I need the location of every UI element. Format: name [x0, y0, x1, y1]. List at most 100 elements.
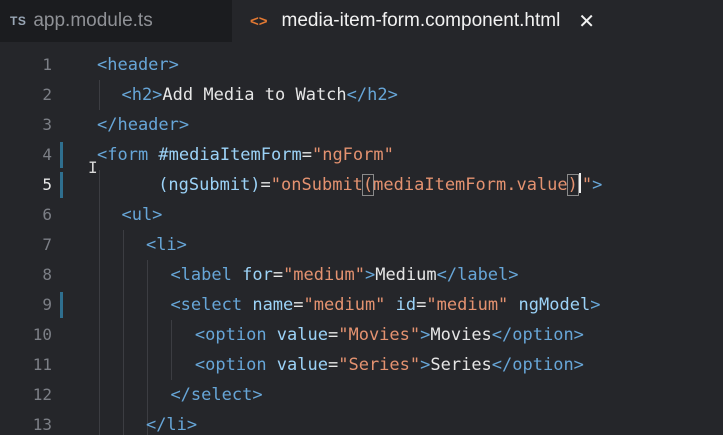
code-text: <header>	[97, 50, 179, 80]
code-token: "Series"	[338, 355, 421, 375]
modified-line-marker	[60, 172, 63, 198]
code-line[interactable]: 7 <li>	[0, 230, 723, 260]
code-token: </option>	[491, 325, 584, 345]
code-token: Add Media to Watch	[162, 85, 347, 105]
line-number: 3	[42, 115, 52, 134]
code-token: "	[581, 175, 593, 195]
tab-app-module[interactable]: TS app.module.ts	[0, 0, 232, 42]
code-token: >	[364, 265, 376, 285]
line-number: 13	[32, 415, 52, 434]
code-token: "ngForm"	[311, 145, 394, 165]
modified-line-marker	[60, 142, 63, 168]
code-token: (ngSubmit)	[158, 175, 261, 195]
code-text: </li>	[146, 410, 197, 435]
code-token: <option	[194, 325, 277, 345]
code-line[interactable]: 1 <header>	[0, 50, 723, 80]
modified-line-marker	[60, 292, 63, 318]
code-line[interactable]: 9 <select name="medium" id="medium" ngMod…	[0, 290, 723, 320]
code-line[interactable]: 12 </select>	[0, 380, 723, 410]
code-token: "onSubmit	[270, 175, 363, 195]
code-editor: TS app.module.ts <> media-item-form.comp…	[0, 0, 723, 435]
code-text: <select name="medium" id="medium" ngMode…	[170, 290, 600, 320]
text-cursor	[578, 173, 581, 193]
code-text: <label for="medium">Medium</label>	[170, 260, 518, 290]
code-token: =	[416, 295, 427, 315]
close-icon[interactable]: ✕	[578, 9, 595, 34]
code-token: </label>	[436, 265, 519, 285]
line-number: 10	[32, 325, 52, 344]
code-token: <select	[170, 295, 253, 315]
matched-bracket: (	[361, 174, 375, 196]
code-token: "Movies"	[338, 325, 421, 345]
code-token: =	[272, 265, 284, 285]
code-token: =	[327, 325, 339, 345]
tab-title: media-item-form.component.html	[281, 10, 561, 31]
code-token: <header>	[97, 55, 179, 75]
code-line[interactable]: 6 <ul>	[0, 200, 723, 230]
code-token: "medium"	[283, 265, 365, 285]
code-token: >	[420, 355, 431, 375]
code-token: >	[420, 325, 431, 345]
line-number: 11	[32, 355, 52, 374]
code-text: </header>	[97, 110, 189, 140]
code-token: </li>	[145, 415, 198, 435]
code-line[interactable]: 10 <option value="Movies">Movies</option>	[0, 320, 723, 350]
code-token: Medium	[375, 265, 437, 285]
line-number: 9	[42, 295, 52, 314]
code-token: =	[293, 295, 304, 315]
code-text: </select>	[170, 380, 262, 410]
code-token: </h2>	[346, 85, 398, 105]
line-number: 4	[42, 145, 52, 164]
line-number: 8	[42, 265, 52, 284]
code-token: id	[395, 295, 417, 315]
code-token: <form	[97, 145, 159, 165]
code-token: >	[592, 175, 603, 195]
line-number: 6	[42, 205, 52, 224]
matched-bracket: )	[566, 174, 579, 196]
code-token: value	[276, 325, 328, 345]
typescript-file-icon: TS	[10, 14, 27, 28]
code-token: ngModel	[518, 295, 591, 315]
code-line[interactable]: 3 </header>	[0, 110, 723, 140]
code-text: <form #mediaItemForm="ngForm"	[97, 140, 394, 170]
code-text: <li>	[146, 230, 187, 260]
code-text: <option value="Movies">Movies</option>	[195, 320, 584, 350]
code-text: <ul>	[121, 200, 162, 230]
html-file-icon: <>	[250, 12, 268, 30]
code-token: <h2>	[121, 85, 163, 105]
code-token: >	[590, 295, 601, 315]
tab-media-item-form[interactable]: <> media-item-form.component.html ✕	[232, 0, 723, 42]
code-area[interactable]: I 1 <header> 2 <h2>Add Media to Watch</h2> 3…	[0, 50, 723, 435]
code-line[interactable]: 2 <h2>Add Media to Watch</h2>	[0, 80, 723, 110]
line-number: 1	[42, 55, 52, 74]
tab-title: app.module.ts	[33, 10, 153, 31]
code-token: =	[260, 175, 271, 195]
line-number: 12	[32, 385, 52, 404]
code-token: for	[242, 265, 273, 285]
line-number: 5	[42, 175, 52, 194]
line-number: 2	[42, 85, 52, 104]
code-line[interactable]: 4 <form #mediaItemForm="ngForm"	[0, 140, 723, 170]
tab-bar: TS app.module.ts <> media-item-form.comp…	[0, 0, 723, 42]
line-number: 7	[42, 235, 52, 254]
code-token: <li>	[145, 235, 187, 255]
code-line[interactable]: 8 <label for="medium">Medium</label>	[0, 260, 723, 290]
code-token: </option>	[491, 355, 584, 375]
code-token: <ul>	[121, 205, 163, 225]
code-line[interactable]: 11 <option value="Series">Series</option>	[0, 350, 723, 380]
code-token: "medium"	[426, 295, 509, 315]
code-token: mediaItemForm.value	[373, 175, 568, 195]
code-token: name	[252, 295, 294, 315]
code-token: value	[276, 355, 328, 375]
code-token: "medium"	[303, 295, 386, 315]
code-token: Movies	[430, 325, 492, 345]
code-token: <label	[170, 265, 243, 285]
code-line[interactable]: 5 (ngSubmit)="onSubmit(mediaItemForm.valu…	[0, 170, 723, 200]
code-line[interactable]: 13 </li>	[0, 410, 723, 435]
code-text: <option value="Series">Series</option>	[195, 350, 584, 380]
code-text: (ngSubmit)="onSubmit(mediaItemForm.value…	[158, 170, 602, 200]
code-token: <option	[194, 355, 277, 375]
code-token: </header>	[97, 115, 190, 135]
